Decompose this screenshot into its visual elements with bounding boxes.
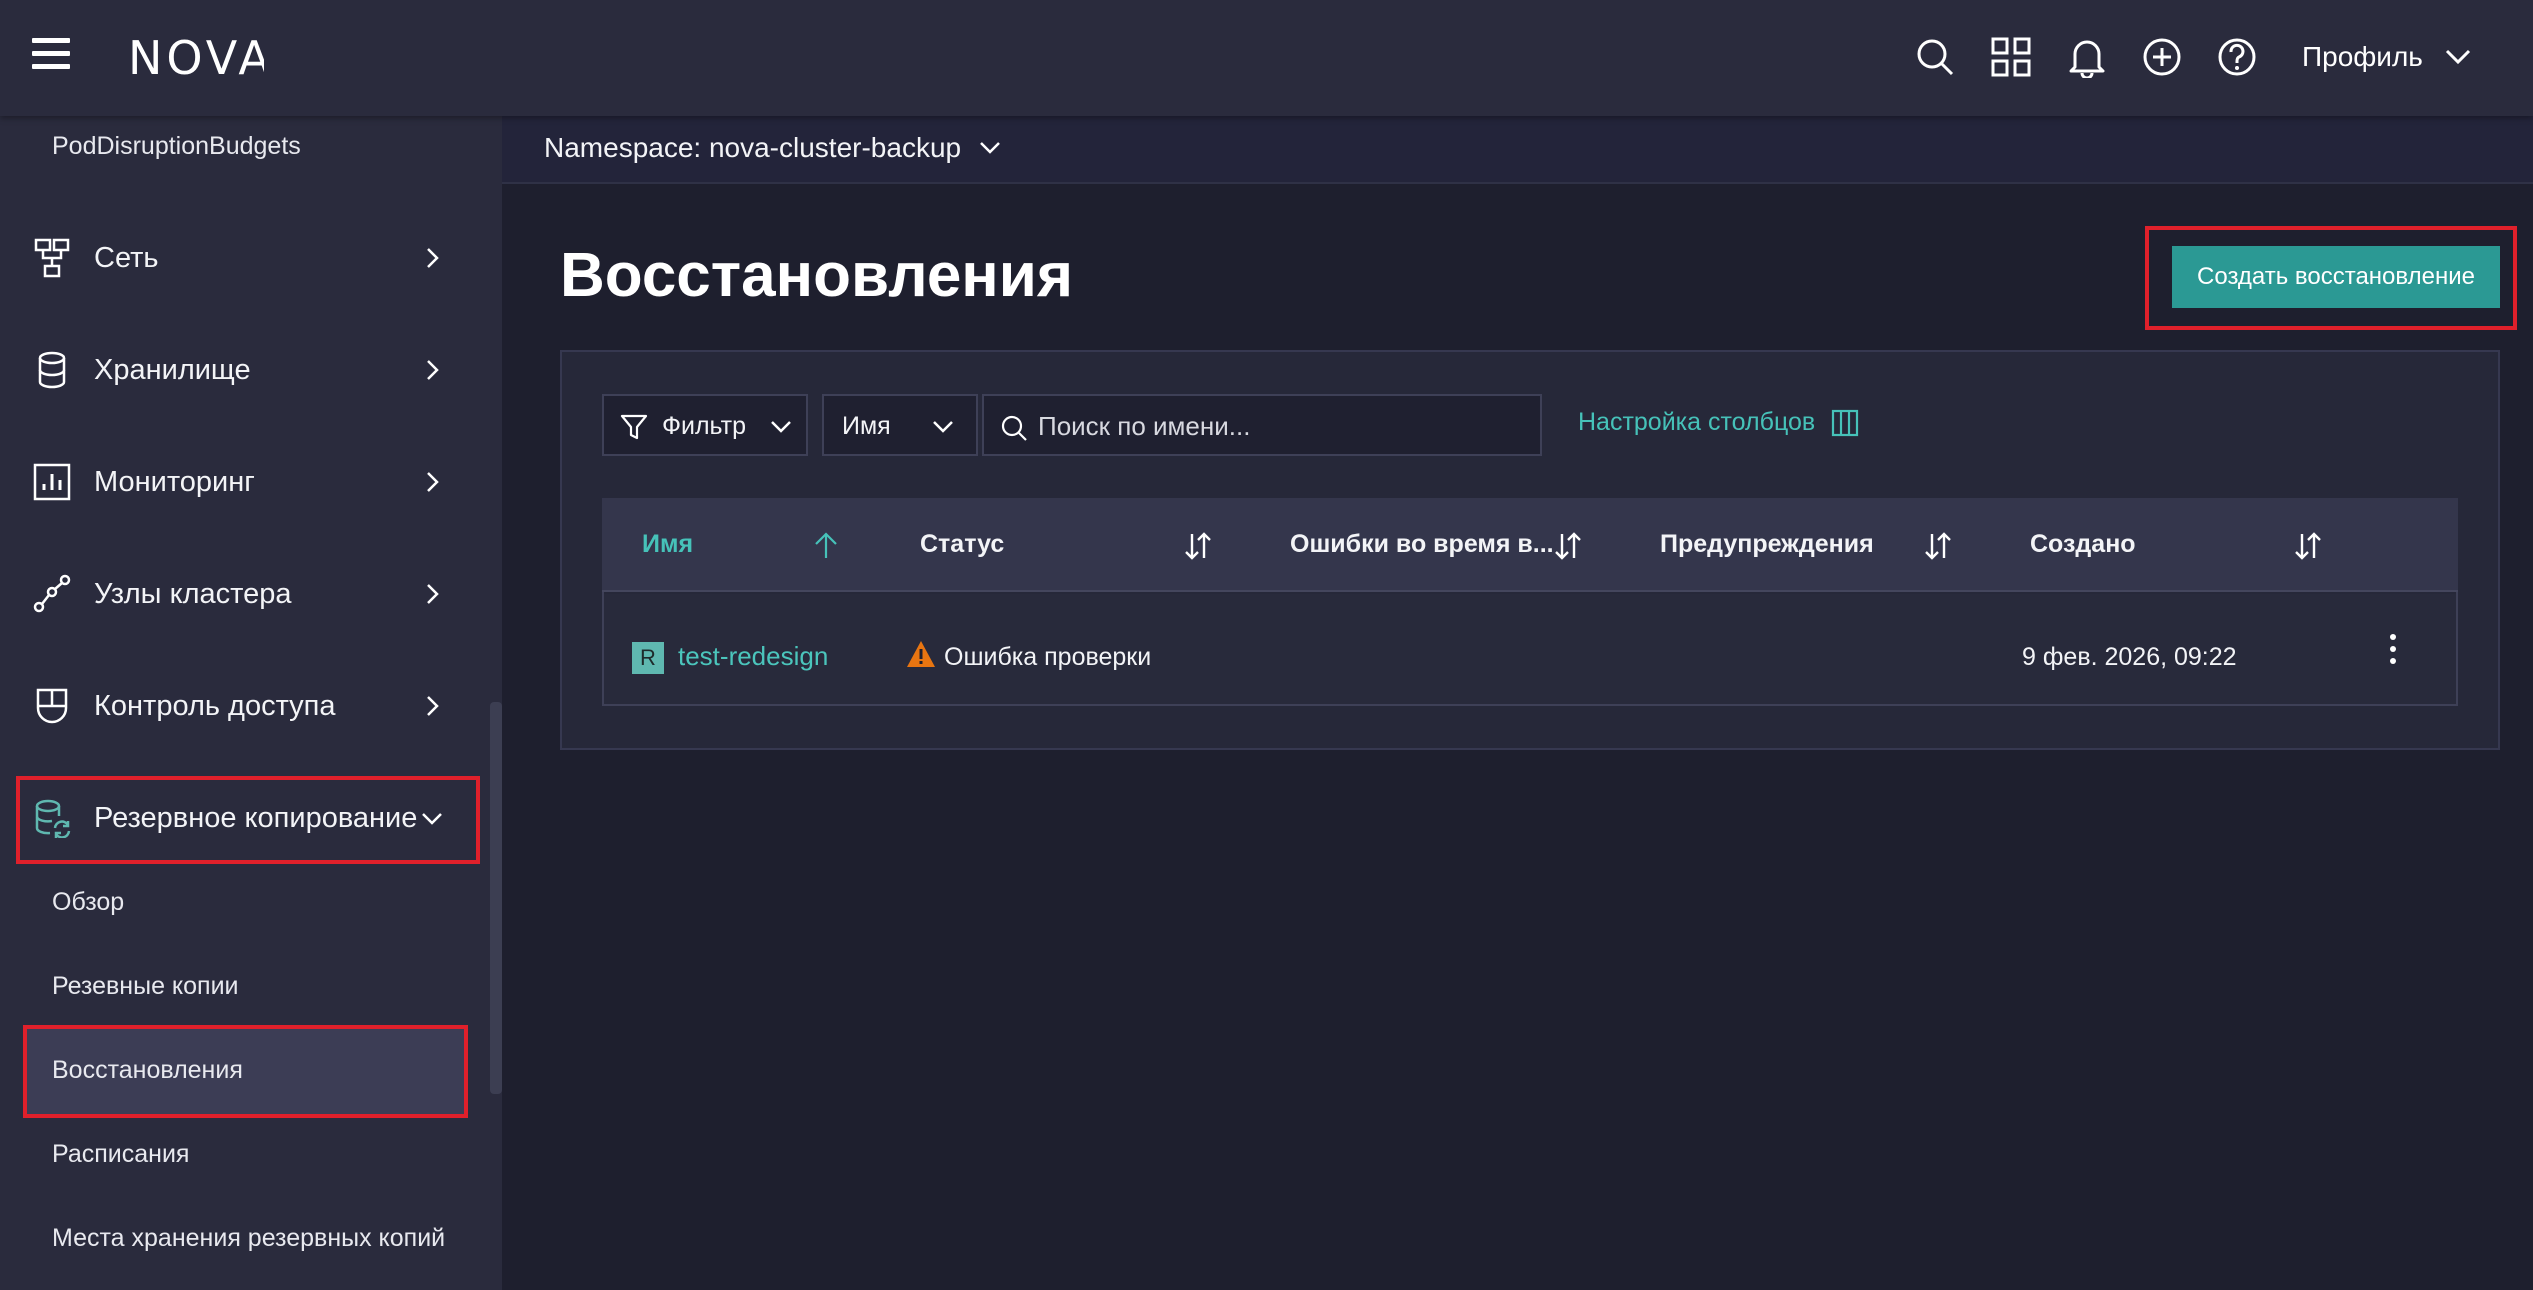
filter-icon <box>620 414 648 440</box>
column-settings-link[interactable]: Настройка столбцов <box>1578 408 1859 437</box>
restore-created: 9 фев. 2026, 09:22 <box>2022 643 2237 671</box>
database-icon <box>38 351 66 389</box>
hamburger-menu-icon[interactable] <box>32 38 70 70</box>
namespace-selector[interactable]: Namespace: nova-cluster-backup <box>544 132 1001 164</box>
backup-icon <box>35 799 71 838</box>
column-header-warnings[interactable]: Предупреждения <box>1660 530 1874 559</box>
sidebar-item-storage[interactable]: Хранилище <box>0 330 470 410</box>
sort-icon[interactable] <box>1922 530 1954 562</box>
restore-status: Ошибка проверки <box>944 643 1152 671</box>
shield-icon <box>36 688 68 724</box>
sidebar-item-monitoring[interactable]: Мониторинг <box>0 442 470 522</box>
sidebar-subitem-restores[interactable]: Восстановления <box>52 1056 243 1085</box>
column-header-created[interactable]: Создано <box>2030 530 2136 559</box>
search-icon <box>1001 415 1027 441</box>
columns-icon <box>1832 409 1859 436</box>
sidebar-subitem-backups[interactable]: Резевные копии <box>52 972 239 1001</box>
sidebar-scrollbar-thumb[interactable] <box>490 702 502 1094</box>
profile-label: Профиль <box>2302 41 2423 72</box>
kebab-menu-icon[interactable] <box>2378 630 2408 670</box>
search-input[interactable] <box>1038 406 1528 446</box>
column-header-errors[interactable]: Ошибки во время в... <box>1290 530 1554 559</box>
sidebar-item-label: Хранилище <box>94 353 251 386</box>
network-icon <box>34 238 70 278</box>
help-icon[interactable] <box>2216 36 2258 78</box>
chevron-down-icon <box>980 142 1000 154</box>
sidebar-subitem-overview[interactable]: Обзор <box>52 888 124 917</box>
chevron-right-icon <box>427 472 439 492</box>
apps-grid-icon[interactable] <box>1990 36 2032 78</box>
sidebar-item-cluster-nodes[interactable]: Узлы кластера <box>0 554 470 634</box>
sidebar-item-label: Мониторинг <box>94 465 255 498</box>
top-header: NOVA Профиль <box>0 0 2533 116</box>
nova-logo[interactable]: NOVA <box>128 26 264 86</box>
filter-button[interactable]: Фильтр <box>602 394 808 456</box>
search-box <box>982 394 1542 456</box>
sidebar-subitem-schedules[interactable]: Расписания <box>52 1140 189 1169</box>
sidebar-item-label: Контроль доступа <box>94 689 336 722</box>
restore-name-link[interactable]: test-redesign <box>678 641 828 672</box>
warning-icon <box>907 641 935 667</box>
bell-icon[interactable] <box>2066 36 2108 78</box>
field-select[interactable]: Имя <box>822 394 978 456</box>
svg-text:NOVA: NOVA <box>128 31 264 85</box>
sidebar-link-poddisruptionbudgets[interactable]: PodDisruptionBudgets <box>52 132 301 161</box>
sidebar-subitem-backup-locations[interactable]: Места хранения резервных копий <box>52 1224 445 1253</box>
chevron-down-icon <box>771 421 791 433</box>
filter-label: Фильтр <box>662 412 746 440</box>
sort-icon[interactable] <box>1552 530 1584 562</box>
create-restore-button[interactable]: Создать восстановление <box>2172 246 2500 308</box>
sort-ascending-icon[interactable] <box>810 530 842 562</box>
chevron-down-icon <box>2445 49 2470 65</box>
nodes-icon <box>33 574 71 613</box>
column-settings-label: Настройка столбцов <box>1578 408 1816 436</box>
sidebar-item-access-control[interactable]: Контроль доступа <box>0 666 470 746</box>
sidebar-item-backup[interactable]: Резервное копирование <box>0 778 470 858</box>
chevron-right-icon <box>427 584 439 604</box>
sidebar-item-label: Сеть <box>94 241 159 274</box>
chevron-down-icon <box>422 813 442 825</box>
chevron-right-icon <box>427 696 439 716</box>
search-icon[interactable] <box>1914 36 1956 78</box>
profile-menu[interactable]: Профиль <box>2302 36 2471 78</box>
column-header-status[interactable]: Статус <box>920 530 1004 559</box>
column-header-name[interactable]: Имя <box>642 530 693 559</box>
sidebar-item-network[interactable]: Сеть <box>0 218 470 298</box>
chevron-right-icon <box>427 360 439 380</box>
namespace-label: Namespace: nova-cluster-backup <box>544 132 962 163</box>
field-select-value: Имя <box>842 412 891 440</box>
resource-type-badge: R <box>632 642 664 674</box>
add-circle-icon[interactable] <box>2141 36 2183 78</box>
sidebar-item-label: Резервное копирование <box>94 801 418 834</box>
chevron-right-icon <box>427 248 439 268</box>
chevron-down-icon <box>933 421 953 433</box>
page-title: Восстановления <box>560 241 1074 310</box>
chart-icon <box>33 463 71 501</box>
sort-icon[interactable] <box>1182 530 1214 562</box>
sidebar-item-label: Узлы кластера <box>94 577 292 610</box>
sort-icon[interactable] <box>2292 530 2324 562</box>
